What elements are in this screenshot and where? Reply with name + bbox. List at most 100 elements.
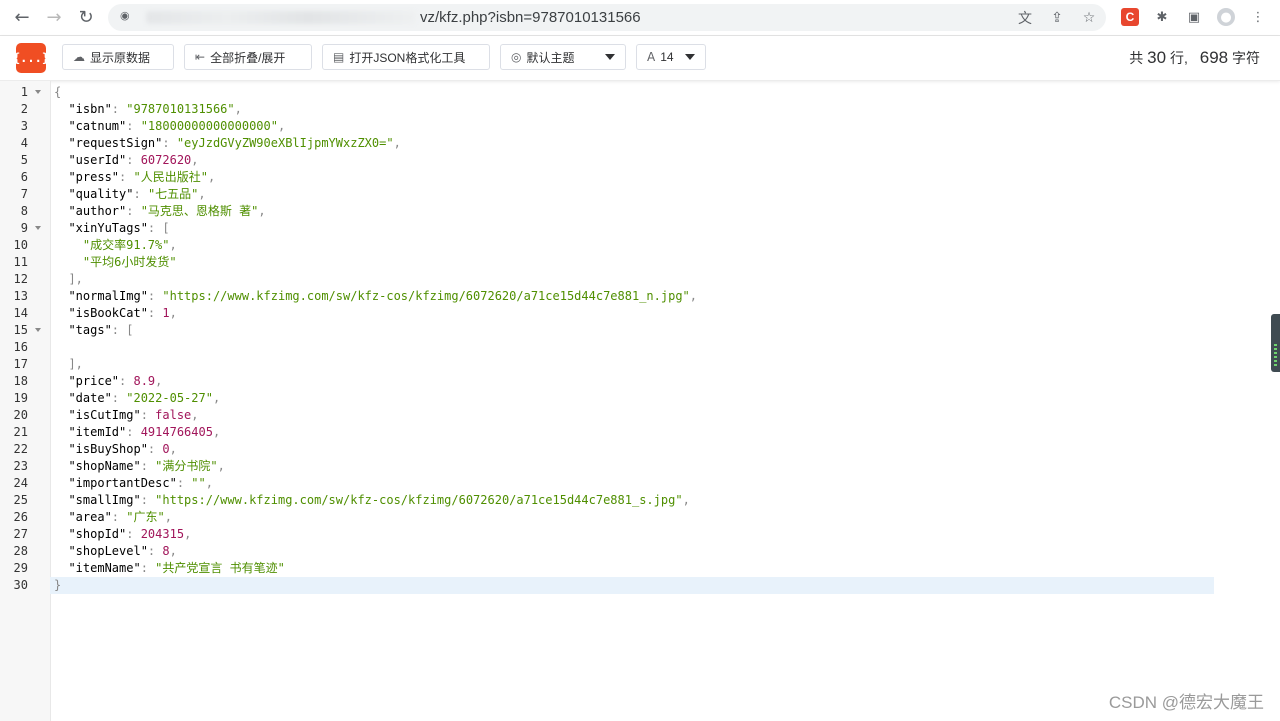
back-button[interactable]: ← — [9, 5, 35, 29]
star-icon[interactable]: ☆ — [1080, 9, 1098, 27]
json-string: "9787010131566" — [126, 102, 235, 116]
json-string: "广东" — [126, 510, 165, 524]
json-literal: 1 — [162, 306, 170, 320]
json-key: "price" — [54, 374, 120, 388]
line-number: 19 — [13, 391, 28, 405]
json-key: "area" — [54, 510, 112, 524]
theme-label: 默认主题 — [526, 50, 575, 65]
fold-toggle-icon[interactable] — [35, 328, 41, 332]
url-text[interactable]: vz/kfz.php?isbn=9787010131566 — [420, 9, 641, 26]
address-bar[interactable]: ◉ vz/kfz.php?isbn=9787010131566 文 ⇪ ☆ — [108, 4, 1106, 31]
font-size-value: 14 — [660, 50, 674, 64]
code-line[interactable]: "shopName": "满分书院", — [54, 458, 1214, 475]
json-punctuation: : — [111, 391, 127, 405]
site-info-icon[interactable]: ◉ — [120, 9, 130, 22]
code-line[interactable]: "isBuyShop": 0, — [54, 441, 1214, 458]
show-raw-button[interactable]: ☁ 显示原数据 — [62, 44, 174, 70]
csdn-extension-icon[interactable]: C — [1121, 8, 1139, 26]
code-line[interactable]: "tags": [ — [54, 322, 1214, 339]
json-punctuation: , — [207, 170, 216, 184]
json-key: "requestSign" — [54, 136, 163, 150]
code-line[interactable]: "price": 8.9, — [54, 373, 1214, 390]
code-line[interactable]: } — [50, 577, 1214, 594]
json-punctuation: , — [169, 544, 177, 558]
json-key: "itemId" — [54, 425, 127, 439]
code-line[interactable]: "author": "马克思、恩格斯 著", — [54, 203, 1214, 220]
code-line[interactable]: "平均6小时发货" — [54, 254, 1214, 271]
code-line[interactable]: "press": "人民出版社", — [54, 169, 1214, 186]
json-key: "date" — [54, 391, 112, 405]
char-count: 698 — [1199, 48, 1229, 67]
json-string: "平均6小时发货" — [54, 255, 177, 269]
json-literal: 204315 — [140, 527, 185, 541]
code-line[interactable] — [54, 339, 1214, 356]
code-line[interactable]: "smallImg": "https://www.kfzimg.com/sw/k… — [54, 492, 1214, 509]
share-icon[interactable]: ⇪ — [1048, 9, 1066, 27]
menu-kebab-icon[interactable]: ⋮ — [1249, 8, 1267, 26]
json-punctuation: , — [164, 510, 172, 524]
translate-icon[interactable]: 文 — [1016, 9, 1034, 27]
line-number: 12 — [13, 272, 28, 286]
json-punctuation: , — [169, 442, 177, 456]
open-formatter-button[interactable]: ▤ 打开JSON格式化工具 — [322, 44, 490, 70]
code-line[interactable]: "importantDesc": "", — [54, 475, 1214, 492]
json-punctuation: : — [140, 459, 156, 473]
chevron-down-icon — [685, 54, 695, 60]
code-line[interactable]: "shopId": 204315, — [54, 526, 1214, 543]
code-line[interactable]: "quality": "七五品", — [54, 186, 1214, 203]
forward-button[interactable]: → — [41, 5, 67, 29]
code-line[interactable]: "xinYuTags": [ — [54, 220, 1214, 237]
code-line[interactable]: "userId": 6072620, — [54, 152, 1214, 169]
line-number: 27 — [13, 527, 28, 541]
json-literal: 6072620 — [140, 153, 192, 167]
json-punctuation: : — [176, 476, 192, 490]
json-string: "共产党宣言 书有笔迹" — [155, 561, 285, 575]
code-line[interactable]: "requestSign": "eyJzdGVyZW90eXBlIjpmYWxz… — [54, 135, 1214, 152]
fold-toggle-icon[interactable] — [35, 90, 41, 94]
line-number: 23 — [13, 459, 28, 473]
fold-toggle-icon[interactable] — [35, 226, 41, 230]
code-line[interactable]: "itemName": "共产党宣言 书有笔迹" — [54, 560, 1214, 577]
json-punctuation: , — [234, 102, 242, 116]
reload-button[interactable]: ↻ — [73, 5, 99, 29]
font-size-select[interactable]: A 14 — [636, 44, 706, 70]
json-punctuation: , — [682, 493, 690, 507]
fold-all-button[interactable]: ⇤ 全部折叠/展开 — [184, 44, 312, 70]
profile-avatar-icon[interactable]: ● — [1217, 8, 1235, 26]
stats-chars-unit: 字符 — [1232, 50, 1260, 66]
json-code-view[interactable]: { "isbn": "9787010131566", "catnum": "18… — [50, 84, 1214, 594]
code-line[interactable]: ], — [54, 356, 1214, 373]
code-line[interactable]: "date": "2022-05-27", — [54, 390, 1214, 407]
json-string: "2022-05-27" — [126, 391, 213, 405]
json-viewer-toolbar: {...} ☁ 显示原数据 ⇤ 全部折叠/展开 ▤ 打开JSON格式化工具 ◎ … — [0, 36, 1280, 81]
line-number: 25 — [13, 493, 28, 507]
code-line[interactable]: "area": "广东", — [54, 509, 1214, 526]
fold-icon: ⇤ — [195, 50, 206, 64]
json-literal: 4914766405 — [140, 425, 213, 439]
json-literal: 8.9 — [133, 374, 156, 388]
line-number: 21 — [13, 425, 28, 439]
json-key: "tags" — [54, 323, 112, 337]
code-line[interactable]: "itemId": 4914766405, — [54, 424, 1214, 441]
json-key: "shopId" — [54, 527, 127, 541]
minimap-indicator[interactable] — [1271, 314, 1280, 372]
code-line[interactable]: "shopLevel": 8, — [54, 543, 1214, 560]
code-line[interactable]: "isbn": "9787010131566", — [54, 101, 1214, 118]
code-line[interactable]: { — [54, 84, 1214, 101]
code-line[interactable]: "成交率91.7%", — [54, 237, 1214, 254]
puzzle-extensions-icon[interactable]: ✱ — [1153, 8, 1171, 26]
line-number-gutter: 1 2 3 4 5 6 7 8 9 10 11 12 13 14 15 16 17 18 19 20 21 22 23 24 2… — [0, 81, 51, 721]
code-line[interactable]: "isCutImg": false, — [54, 407, 1214, 424]
line-number: 30 — [13, 578, 28, 592]
json-punctuation: , — [184, 527, 192, 541]
json-punctuation: ], — [54, 357, 83, 371]
side-panel-icon[interactable]: ▣ — [1185, 8, 1203, 26]
code-line[interactable]: "isBookCat": 1, — [54, 305, 1214, 322]
line-number: 6 — [20, 170, 28, 184]
code-line[interactable]: "catnum": "18000000000000000", — [54, 118, 1214, 135]
json-punctuation: : — [126, 527, 141, 541]
code-line[interactable]: ], — [54, 271, 1214, 288]
code-line[interactable]: "normalImg": "https://www.kfzimg.com/sw/… — [54, 288, 1214, 305]
json-punctuation: : [ — [147, 221, 170, 235]
theme-select[interactable]: ◎ 默认主题 — [500, 44, 626, 70]
